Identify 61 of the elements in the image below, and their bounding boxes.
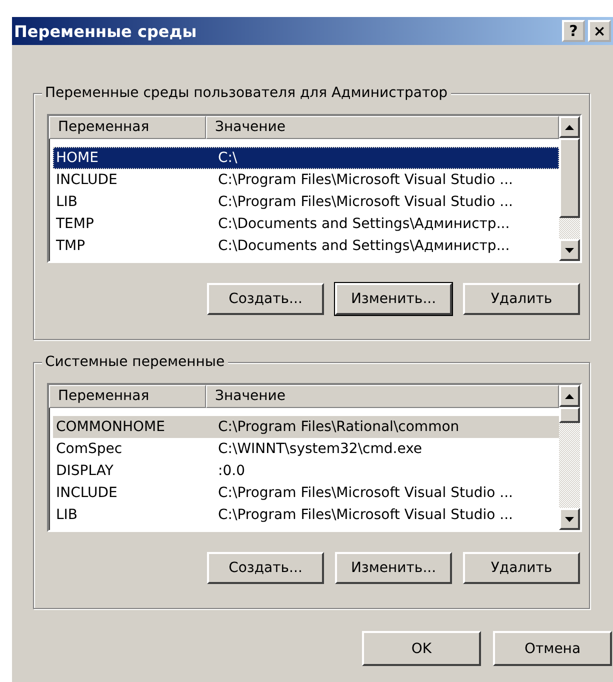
variable-name: COMMONHOME: [55, 418, 166, 437]
up-arrow-icon: [565, 124, 574, 130]
create-button[interactable]: Создать...: [207, 552, 324, 584]
list-row[interactable]: DISPLAY :0.0: [53, 460, 559, 482]
variable-name: INCLUDE: [55, 171, 118, 190]
variable-name: HOME: [55, 149, 100, 168]
list-row[interactable]: INCLUDE C:\Program Files\Microsoft Visual Studio ...: [53, 482, 559, 504]
group-title: Переменные среды пользователя для Администратор: [42, 84, 451, 102]
variable-value: C:\Program Files\Microsoft Visual Studio ...: [217, 484, 514, 503]
variable-value: C:\: [217, 149, 238, 168]
column-header[interactable]: Значение: [206, 385, 559, 408]
up-arrow-icon: [565, 394, 574, 398]
variable-name: LIB: [55, 193, 79, 212]
down-arrow-icon: [565, 516, 574, 522]
variable-value: C:\Program Files\Rational\common: [217, 418, 460, 437]
scroll-down-button[interactable]: [559, 239, 580, 261]
variable-list[interactable]: [47, 114, 582, 263]
variable-value: C:\Program Files\Microsoft Visual Studio ...: [217, 506, 514, 525]
variable-value: C:\Program Files\Microsoft Visual Studio ...: [217, 171, 514, 190]
ok-button[interactable]: OK: [362, 631, 481, 666]
down-arrow-icon: [565, 248, 574, 252]
variable-value: C:\Documents and Settings\Администр...: [217, 237, 511, 256]
scroll-thumb[interactable]: [559, 138, 580, 218]
column-header[interactable]: Переменная: [49, 385, 206, 408]
list-row[interactable]: TMP C:\Documents and Settings\Администр...: [53, 235, 559, 257]
window-title: Переменные среды: [14, 22, 197, 40]
column-header[interactable]: Значение: [206, 116, 559, 139]
variable-name: DISPLAY: [55, 462, 114, 481]
edit-button[interactable]: Изменить...: [335, 283, 452, 315]
variable-value: C:\WINNT\system32\cmd.exe: [217, 440, 424, 459]
list-row[interactable]: LIB C:\Program Files\Microsoft Visual Studio ...: [53, 504, 559, 526]
variable-value: :0.0: [217, 462, 246, 481]
scroll-up-button[interactable]: [559, 385, 580, 407]
scroll-down-button[interactable]: [559, 508, 580, 530]
scrollbar[interactable]: [559, 385, 580, 530]
scroll-up-button[interactable]: [559, 116, 580, 138]
variable-name: LIB: [55, 506, 79, 525]
close-button[interactable]: ×: [588, 20, 611, 42]
variable-list[interactable]: [47, 383, 582, 532]
variable-name: ComSpec: [55, 440, 124, 459]
list-row[interactable]: LIB C:\Program Files\Microsoft Visual Studio ...: [53, 191, 559, 213]
group-title: Системные переменные: [42, 353, 228, 371]
list-row[interactable]: INCLUDE C:\Program Files\Microsoft Visual Studio ...: [53, 169, 559, 191]
scroll-thumb[interactable]: [559, 407, 580, 423]
variable-value: C:\Documents and Settings\Администр...: [217, 215, 511, 234]
list-row[interactable]: TEMP C:\Documents and Settings\Администр...: [53, 213, 559, 235]
list-row[interactable]: HOME C:\: [53, 147, 559, 169]
delete-button[interactable]: Удалить: [463, 552, 580, 584]
column-header[interactable]: Переменная: [49, 116, 206, 139]
edit-button[interactable]: Изменить...: [335, 552, 452, 584]
cancel-button[interactable]: Отмена: [493, 631, 612, 666]
list-row[interactable]: COMMONHOME C:\Program Files\Rational\common: [53, 416, 559, 438]
variable-value: C:\Program Files\Microsoft Visual Studio ...: [217, 193, 514, 212]
variable-name: TEMP: [55, 215, 95, 234]
help-button[interactable]: ?: [562, 20, 585, 42]
delete-button[interactable]: Удалить: [463, 283, 580, 315]
variable-name: INCLUDE: [55, 484, 118, 503]
create-button[interactable]: Создать...: [207, 283, 324, 315]
list-row[interactable]: ComSpec C:\WINNT\system32\cmd.exe: [53, 438, 559, 460]
variable-name: TMP: [55, 237, 86, 256]
scrollbar[interactable]: [559, 116, 580, 261]
